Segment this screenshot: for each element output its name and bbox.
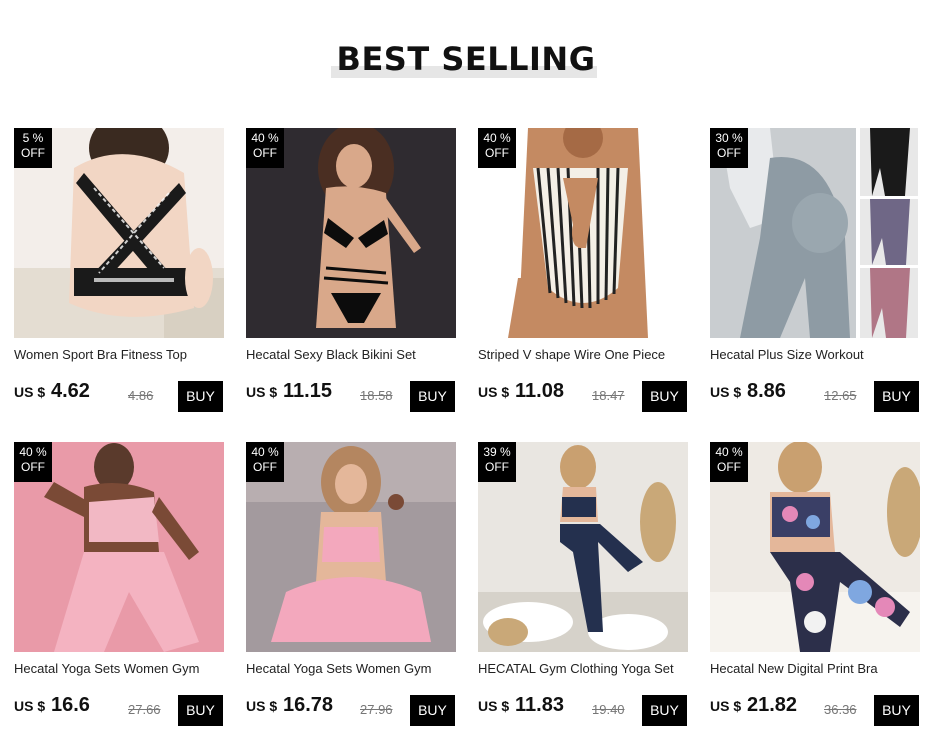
product-price: 11.83	[515, 694, 564, 716]
product-name[interactable]: Hecatal Yoga Sets Women Gym	[246, 661, 458, 676]
original-price: 27.66	[128, 702, 161, 717]
product-price: 11.15	[283, 380, 332, 402]
section-header: BEST SELLING	[0, 40, 932, 84]
discount-off: OFF	[717, 146, 741, 160]
product-card[interactable]: 40 % OFF Hecatal Yoga Sets Women Gym US …	[14, 442, 226, 732]
currency-label: US $	[710, 384, 742, 400]
currency-label: US $	[478, 384, 510, 400]
page-title: BEST SELLING	[336, 40, 596, 78]
discount-badge: 40 % OFF	[478, 128, 516, 168]
discount-percent: 40 %	[715, 445, 743, 459]
discount-off: OFF	[485, 460, 509, 474]
discount-percent: 40 %	[251, 131, 279, 145]
discount-percent: 5 %	[22, 131, 44, 145]
discount-percent: 40 %	[251, 445, 279, 459]
original-price: 19.40	[592, 702, 625, 717]
discount-badge: 40 % OFF	[14, 442, 52, 482]
currency-label: US $	[14, 384, 46, 400]
discount-percent: 39 %	[483, 445, 511, 459]
original-price: 18.47	[592, 388, 625, 403]
product-card[interactable]: 40 % OFF Hecatal New Digital Print Bra U…	[710, 442, 922, 732]
currency-label: US $	[246, 384, 278, 400]
product-price: 21.82	[747, 694, 798, 716]
product-name[interactable]: HECATAL Gym Clothing Yoga Set	[478, 661, 690, 676]
discount-badge: 40 % OFF	[246, 442, 284, 482]
buy-button[interactable]: BUY	[178, 695, 223, 726]
product-name[interactable]: Women Sport Bra Fitness Top	[14, 347, 226, 362]
discount-percent: 40 %	[483, 131, 511, 145]
product-price: 16.78	[283, 694, 334, 716]
discount-off: OFF	[253, 460, 277, 474]
product-card[interactable]: 40 % OFF Striped V shape Wire One Piece …	[478, 128, 690, 418]
original-price: 36.36	[824, 702, 857, 717]
buy-button[interactable]: BUY	[874, 381, 919, 412]
buy-button[interactable]: BUY	[642, 695, 687, 726]
original-price: 18.58	[360, 388, 393, 403]
product-card[interactable]: 40 % OFF Hecatal Yoga Sets Women Gym US …	[246, 442, 458, 732]
buy-button[interactable]: BUY	[410, 695, 455, 726]
currency-label: US $	[14, 698, 46, 714]
buy-button[interactable]: BUY	[874, 695, 919, 726]
buy-button[interactable]: BUY	[642, 381, 687, 412]
discount-off: OFF	[253, 146, 277, 160]
buy-button[interactable]: BUY	[410, 381, 455, 412]
discount-badge: 40 % OFF	[246, 128, 284, 168]
currency-label: US $	[478, 698, 510, 714]
discount-off: OFF	[21, 460, 45, 474]
currency-label: US $	[246, 698, 278, 714]
discount-off: OFF	[485, 146, 509, 160]
product-price: 16.6	[51, 694, 90, 716]
discount-badge: 40 % OFF	[710, 442, 748, 482]
product-name[interactable]: Hecatal New Digital Print Bra	[710, 661, 922, 676]
discount-percent: 40 %	[19, 445, 47, 459]
discount-badge: 5 % OFF	[14, 128, 52, 168]
original-price: 27.96	[360, 702, 393, 717]
product-price: 11.08	[515, 380, 564, 402]
product-price: 8.86	[747, 380, 786, 402]
original-price: 12.65	[824, 388, 857, 403]
discount-badge: 39 % OFF	[478, 442, 516, 482]
product-card[interactable]: 39 % OFF HECATAL Gym Clothing Yoga Set U…	[478, 442, 690, 732]
discount-off: OFF	[717, 460, 741, 474]
product-price: 4.62	[51, 380, 90, 402]
discount-badge: 30 % OFF	[710, 128, 748, 168]
discount-off: OFF	[21, 146, 45, 160]
product-card[interactable]: 30 % OFF Hecatal Plus Size Workout US $ …	[710, 128, 922, 418]
product-name[interactable]: Hecatal Yoga Sets Women Gym	[14, 661, 226, 676]
product-card[interactable]: 40 % OFF Hecatal Sexy Black Bikini Set U…	[246, 128, 458, 418]
product-card[interactable]: 5 % OFF Women Sport Bra Fitness Top US $…	[14, 128, 226, 418]
buy-button[interactable]: BUY	[178, 381, 223, 412]
product-name[interactable]: Striped V shape Wire One Piece	[478, 347, 690, 362]
product-name[interactable]: Hecatal Sexy Black Bikini Set	[246, 347, 458, 362]
discount-percent: 30 %	[715, 131, 743, 145]
original-price: 4.86	[128, 388, 154, 403]
currency-label: US $	[710, 698, 742, 714]
product-name[interactable]: Hecatal Plus Size Workout	[710, 347, 922, 362]
